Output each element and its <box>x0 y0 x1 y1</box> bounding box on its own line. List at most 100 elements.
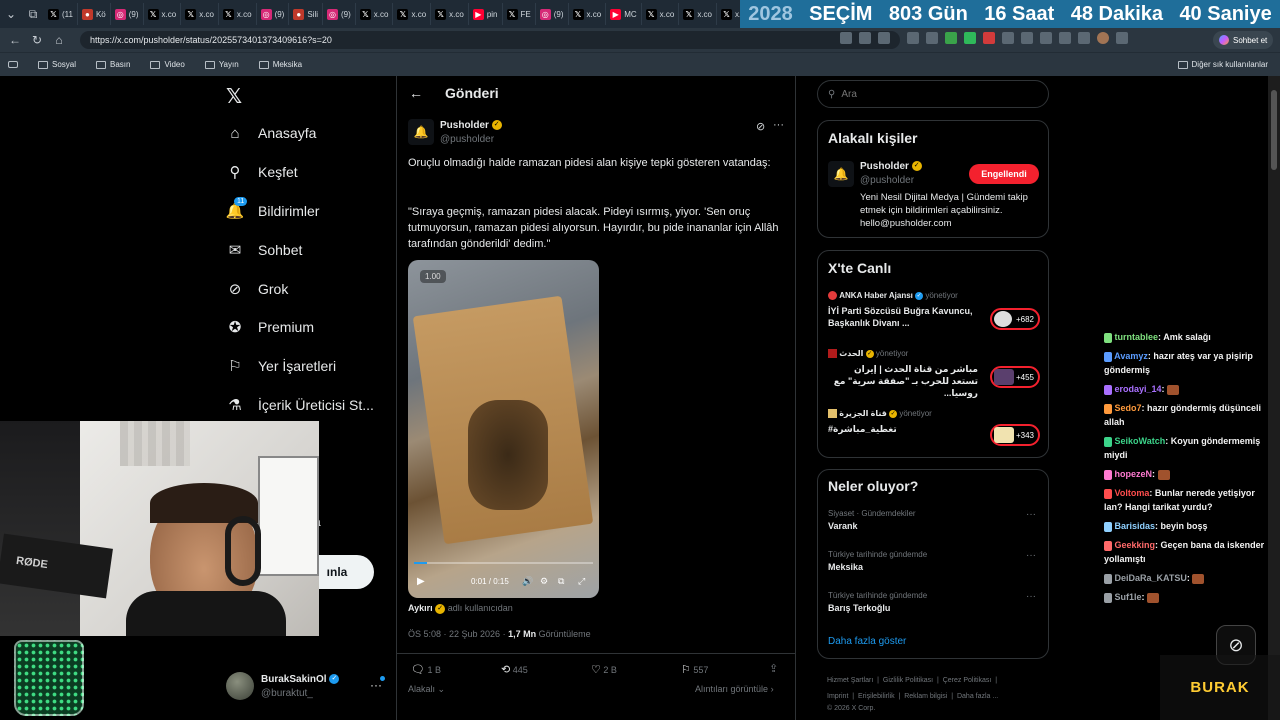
scrollbar-thumb[interactable] <box>1271 90 1277 170</box>
extension-icon[interactable] <box>907 32 919 44</box>
footer-link[interactable]: Daha fazla ... <box>957 693 998 700</box>
extensions-puzzle-icon[interactable] <box>1002 32 1014 44</box>
extension-icon[interactable] <box>983 32 995 44</box>
sidebar-item-premium[interactable]: ✪ Premium <box>226 318 314 336</box>
footer-link[interactable]: Gizlilik Politikası <box>883 677 933 684</box>
browser-tab[interactable]: ▶ pin <box>469 3 503 25</box>
video-player[interactable]: 1.00 ▶ 0:01 / 0:15 🔊 ⚙ ⧉ ⤢ <box>408 260 599 598</box>
other-bookmarks-folder[interactable]: Diğer sık kullanılanlar <box>1177 60 1268 69</box>
chat-username[interactable]: hopezeN <box>1115 469 1153 479</box>
bookmark-folder[interactable]: Video <box>150 60 185 69</box>
play-icon[interactable]: ▶ <box>417 576 425 587</box>
heart-icon[interactable] <box>1059 32 1071 44</box>
chat-username[interactable]: Avamyz <box>1114 351 1148 361</box>
search-bar[interactable]: ⚲ <box>817 80 1049 108</box>
author-name-row[interactable]: Pusholder ✓ <box>440 120 502 131</box>
show-more-link[interactable]: Daha fazla göster <box>828 636 906 647</box>
extension-icon[interactable] <box>964 32 976 44</box>
fullscreen-icon[interactable]: ⤢ <box>578 576 585 587</box>
sidebar-item-home[interactable]: ⌂ Anasayfa <box>226 124 316 142</box>
browser-tab[interactable]: 𝕏x.co <box>219 3 257 25</box>
author-avatar[interactable]: 🔔 <box>408 119 434 145</box>
bookmark-button[interactable]: ⚐ 557 <box>681 663 708 676</box>
url-field[interactable]: https://x.com/pusholder/status/202557340… <box>80 31 900 49</box>
browser-tab[interactable]: 𝕏x.co <box>642 3 680 25</box>
browser-tab[interactable]: ◎ (9) <box>323 3 356 25</box>
favorite-star-icon[interactable] <box>878 32 890 44</box>
workspaces-icon[interactable]: ⧉ <box>22 3 44 25</box>
video-speed-badge[interactable]: 1.00 <box>420 270 446 283</box>
footer-link[interactable]: Reklam bilgisi <box>904 693 947 700</box>
footer-link[interactable]: Erişilebilirlik <box>858 693 895 700</box>
bookmark-folder[interactable]: Sosyal <box>38 60 76 69</box>
footer-link[interactable]: Hizmet Şartları <box>827 677 873 684</box>
chat-username[interactable]: Geekking <box>1115 540 1156 550</box>
footer-link[interactable]: Çerez Politikası <box>943 677 992 684</box>
blocked-button[interactable]: Engellendi <box>969 164 1039 184</box>
sidebar-item-creator-studio[interactable]: ⚗ İçerik Üreticisi St... <box>226 396 374 414</box>
volume-icon[interactable]: 🔊 <box>522 576 533 587</box>
footer-link[interactable]: Imprint <box>827 693 848 700</box>
share-icon[interactable]: ⇪ <box>769 662 778 675</box>
chat-username[interactable]: DeiDaRa_KATSU <box>1115 573 1187 583</box>
view-quotes-link[interactable]: Alıntıları görüntüle › <box>695 684 774 694</box>
related-handle[interactable]: @pusholder <box>860 175 914 186</box>
media-source[interactable]: Aykırı ✓ adlı kullanıcıdan <box>408 603 513 614</box>
tab-actions-menu[interactable]: ⌄ <box>0 3 22 25</box>
chat-username[interactable]: erodayi_14 <box>1115 384 1162 394</box>
home-icon[interactable]: ⌂ <box>48 29 70 51</box>
bookmark-folder[interactable]: Meksika <box>258 60 302 69</box>
browser-tab[interactable]: 𝕏x.co <box>569 3 607 25</box>
bookmarks-menu-icon[interactable] <box>8 61 18 68</box>
x-logo-icon[interactable]: 𝕏 <box>226 84 242 109</box>
extension-icon[interactable] <box>945 32 957 44</box>
live-item[interactable]: ANKA Haber Ajansı ✓ yönetiyor İYİ Parti … <box>828 291 1040 330</box>
video-progress-track[interactable] <box>414 562 593 564</box>
bookmark-folder[interactable]: Yayın <box>204 60 239 69</box>
live-listener-count[interactable]: +682 <box>990 308 1040 330</box>
post-more-icon[interactable]: ··· <box>773 119 784 131</box>
collections-icon[interactable] <box>1078 32 1090 44</box>
trend-more-icon[interactable]: ··· <box>1026 591 1036 602</box>
sidebar-item-notifications[interactable]: 🔔 11 Bildirimler <box>226 197 319 220</box>
read-aloud-icon[interactable] <box>859 32 871 44</box>
chat-username[interactable]: Sedo7 <box>1115 403 1142 413</box>
live-item[interactable]: قناة الجزيرة ✓ yönetiyor #تغطية_مباشرة +… <box>828 409 1040 446</box>
browser-tab[interactable]: ● Sili <box>289 3 324 25</box>
back-arrow-icon[interactable]: ← <box>409 85 423 101</box>
trend-item[interactable]: Türkiye tarihinde gündemde Meksika ··· <box>828 550 1040 572</box>
browser-tab[interactable]: 𝕏x.co <box>181 3 219 25</box>
browser-tab[interactable]: 𝕏 (11 <box>44 3 78 25</box>
bookmark-folder[interactable]: Basın <box>96 60 130 69</box>
live-listener-count[interactable]: +455 <box>990 366 1040 388</box>
trend-item[interactable]: Siyaset · Gündemdekiler Varank ··· <box>828 509 1040 531</box>
reader-icon[interactable] <box>840 32 852 44</box>
back-icon[interactable]: ← <box>4 29 26 51</box>
pip-icon[interactable]: ⧉ <box>558 576 564 587</box>
browser-tab[interactable]: 𝕏x.co <box>431 3 469 25</box>
trend-more-icon[interactable]: ··· <box>1026 509 1036 520</box>
browser-tab[interactable]: ◎ (9) <box>111 3 144 25</box>
chat-username[interactable]: Suf1le <box>1115 592 1142 602</box>
chat-username[interactable]: SeikoWatch <box>1115 436 1166 446</box>
chat-username[interactable]: Barisidas <box>1115 521 1156 531</box>
related-name-row[interactable]: Pusholder ✓ <box>860 161 922 172</box>
like-button[interactable]: ♡ 2 B <box>591 663 617 676</box>
split-screen-icon[interactable] <box>1021 32 1033 44</box>
chat-username[interactable]: turntablee <box>1115 332 1159 342</box>
repost-button[interactable]: ⟲ 445 <box>501 663 528 676</box>
account-switcher[interactable]: BurakSakinOl ✓ @buraktut_ ··· <box>226 672 392 702</box>
search-input[interactable] <box>841 88 1022 100</box>
sidebar-item-bookmarks[interactable]: ⚐ Yer İşaretleri <box>226 357 336 375</box>
live-item[interactable]: الحدث ✓ yönetiyor مباشر من قناة الحدث | … <box>828 349 1040 399</box>
live-listener-count[interactable]: +343 <box>990 424 1040 446</box>
browser-tab[interactable]: 𝕏x.co <box>393 3 432 25</box>
browser-tab[interactable]: ◎ (9) <box>536 3 569 25</box>
sidebar-item-explore[interactable]: ⚲ Keşfet <box>226 163 298 181</box>
refresh-icon[interactable]: ↻ <box>26 29 48 51</box>
grok-explain-icon[interactable]: ⊘ <box>756 120 765 133</box>
settings-gear-icon[interactable]: ⚙ <box>540 576 548 587</box>
more-icon[interactable] <box>1116 32 1128 44</box>
sidebar-item-messages[interactable]: ✉ Sohbet <box>226 241 303 259</box>
browser-tab[interactable]: 𝕏x.co <box>679 3 717 25</box>
